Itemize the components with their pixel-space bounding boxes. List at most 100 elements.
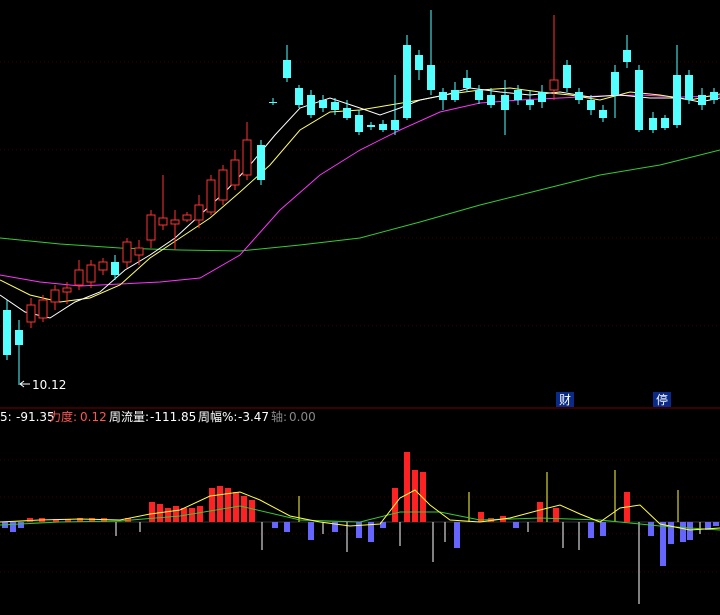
candle-body-down [623, 50, 631, 62]
low-annotation: 10.12 [19, 378, 66, 392]
candle-body-up [206, 179, 216, 213]
candle-body-up [218, 169, 228, 201]
indicator-bar-negative [687, 522, 693, 540]
candle-body-down [257, 145, 265, 180]
candle-body-down [575, 92, 583, 100]
indicator-bar-negative [713, 522, 719, 526]
candle-body-up [38, 299, 48, 319]
candle-body-up [122, 241, 132, 263]
candle-body-down [599, 110, 607, 118]
indicator-bar-positive [209, 488, 215, 522]
indicator-bar-positive [537, 502, 543, 522]
indicator-bar-positive [217, 486, 223, 522]
candle-body-down [698, 95, 706, 105]
candle-body-up [146, 214, 156, 241]
candle-body-up [26, 304, 36, 323]
candle-body-down [587, 100, 595, 110]
indicator-bar-positive [420, 472, 426, 522]
candle-body-down [415, 55, 423, 70]
candle-body-down [343, 108, 351, 118]
candle-body-down [451, 90, 459, 100]
candle-body-up [242, 139, 252, 176]
candle-body-down [563, 65, 571, 88]
event-marker-ting-text: 停 [656, 392, 668, 407]
grid [0, 61, 720, 573]
candle-body-up [50, 289, 60, 303]
zhouliuliang-label: 周流量: [109, 410, 149, 424]
low-price-label: 10.12 [32, 378, 66, 392]
zhouliuliang-value: -111.85 [150, 410, 196, 424]
indicator-bar-positive [241, 496, 247, 522]
indicator-bar-positive [189, 508, 195, 522]
candle-body-down [526, 100, 534, 105]
indicator-bar-positive [249, 500, 255, 522]
candle-body-up [62, 287, 72, 293]
indicator-bar-negative [18, 522, 24, 528]
indicator-bar-positive [553, 508, 559, 522]
candle-body-down [111, 262, 119, 275]
candle-body-down [3, 310, 11, 355]
indicator-bar-negative [272, 522, 278, 528]
indicator-bar-positive [165, 508, 171, 522]
candle-body-down [673, 75, 681, 125]
ma-line-green [0, 149, 720, 252]
candle-body-down [661, 118, 669, 128]
candlesticks [3, 10, 718, 385]
lidu-label: 力度: [49, 409, 77, 424]
candle-body-down [501, 95, 509, 110]
indicator-header: 5: -91.35 力度: 0.12 周流量: -111.85 周幅%: -3.… [0, 409, 316, 424]
zhou-value: 0.00 [289, 410, 316, 424]
candle-body-up [182, 214, 192, 221]
indicator-v1-prefix: 5: [0, 410, 12, 424]
candle-body-up [230, 159, 240, 186]
indicator-bar-negative [308, 522, 314, 540]
candle-body-up [74, 269, 84, 286]
candle-body-down [635, 70, 643, 130]
candle-body-up [170, 219, 180, 225]
candle-body-down [15, 330, 23, 345]
candle-body-down [391, 120, 399, 130]
stock-chart[interactable]: 10.12 财 停 5: -91.35 力度: 0.12 周流量: -111.8… [0, 0, 720, 615]
indicator-bar-negative [600, 522, 606, 536]
indicator-bar-negative [513, 522, 519, 528]
indicator-bar-positive [478, 512, 484, 522]
candle-body-down [379, 124, 387, 130]
zhoufu-value: -3.47 [238, 410, 269, 424]
event-marker-ting[interactable]: 停 [653, 392, 671, 407]
candle-body-up [549, 79, 559, 91]
candle-body-down [427, 65, 435, 90]
candle-body-down [439, 92, 447, 100]
candle-body-down [611, 72, 619, 95]
candle-body-down [295, 88, 303, 105]
indicator-bar-positive [173, 506, 179, 522]
event-marker-cai[interactable]: 财 [556, 392, 574, 407]
chart-root: 10.12 财 停 5: -91.35 力度: 0.12 周流量: -111.8… [0, 0, 720, 615]
candle-body-down [319, 100, 327, 108]
zhou-label: 轴: [271, 409, 287, 424]
zhoufu-label: 周幅%: [198, 409, 237, 424]
candle-body-up [158, 217, 168, 226]
indicator-bar-negative [648, 522, 654, 536]
indicator-bar-positive [197, 506, 203, 522]
candle-body-down [475, 90, 483, 100]
lidu-value: 0.12 [80, 410, 107, 424]
candle-body-up [86, 264, 96, 283]
candle-body-down [331, 102, 339, 110]
candle-body-up [98, 261, 108, 271]
candle-body-down [538, 92, 546, 102]
indicator-bar-negative [680, 522, 686, 542]
event-marker-cai-text: 财 [559, 393, 571, 407]
indicator-bar-negative [660, 522, 666, 566]
indicator-bar-positive [412, 470, 418, 522]
indicator-bar-negative [284, 522, 290, 532]
indicator-panel [0, 452, 720, 604]
candle-body-up [194, 204, 204, 221]
indicator-bar-negative [10, 522, 16, 532]
candle-body-down [403, 45, 411, 118]
candle-body-down [307, 95, 315, 115]
candle-body-down [463, 78, 471, 88]
candle-body-down [355, 115, 363, 132]
indicator-bar-negative [454, 522, 460, 548]
candle-body-down [283, 60, 291, 78]
candle-body-down [269, 102, 277, 103]
